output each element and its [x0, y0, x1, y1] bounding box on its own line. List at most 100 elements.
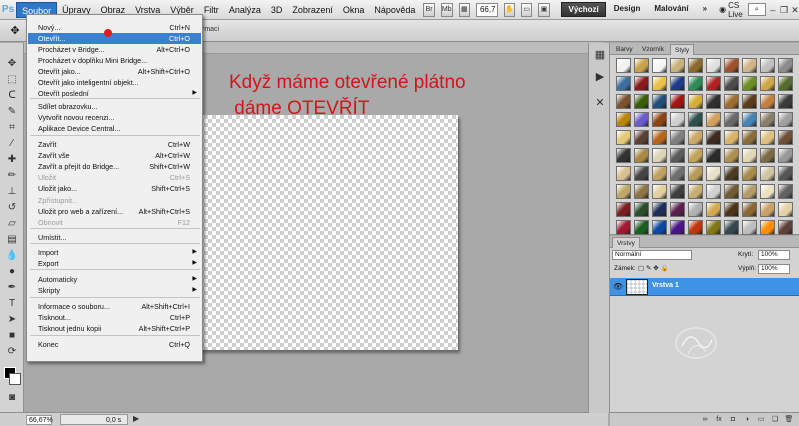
style-swatch[interactable] — [634, 202, 649, 217]
style-swatch[interactable] — [670, 76, 685, 91]
style-swatch[interactable] — [778, 166, 793, 181]
eraser-tool-icon[interactable]: ▱ — [4, 217, 20, 231]
style-swatch[interactable] — [706, 94, 721, 109]
arrange-documents-icon[interactable]: ▭ — [521, 2, 533, 17]
workspace-more-icon[interactable]: » — [697, 2, 713, 17]
workspace-design[interactable]: Design — [608, 2, 647, 17]
style-swatch[interactable] — [652, 148, 667, 163]
restore-icon[interactable]: ❐ — [780, 4, 788, 16]
style-swatch[interactable] — [760, 130, 775, 145]
menu-okna[interactable]: Okna — [338, 2, 370, 18]
view-extras-icon[interactable]: ▦ — [458, 2, 470, 17]
style-swatch[interactable] — [760, 58, 775, 73]
style-swatch[interactable] — [724, 58, 739, 73]
style-swatch[interactable] — [634, 58, 649, 73]
style-swatch[interactable] — [670, 112, 685, 127]
quick-mask-icon[interactable]: ◙ — [4, 391, 20, 405]
tab-vrstvy[interactable]: Vrstvy — [612, 237, 640, 248]
style-swatch[interactable] — [724, 76, 739, 91]
layer-style-icon[interactable]: fx — [714, 415, 724, 425]
style-swatch[interactable] — [688, 130, 703, 145]
tool-presets-icon[interactable]: ✕ — [592, 95, 608, 111]
style-swatch[interactable] — [760, 166, 775, 181]
file-menu-item[interactable]: Uložit pro web a zařízení... Alt+Shift+Ct… — [28, 206, 201, 217]
file-menu-item[interactable]: Skripty ▶ — [28, 285, 201, 296]
style-swatch[interactable] — [724, 130, 739, 145]
path-selection-tool-icon[interactable]: ➤ — [4, 313, 20, 327]
menu-3d[interactable]: 3D — [266, 2, 288, 18]
file-menu-item[interactable]: Import ▶ — [28, 247, 201, 258]
style-swatch[interactable] — [706, 112, 721, 127]
style-swatch[interactable] — [652, 58, 667, 73]
crop-tool-icon[interactable]: ⌗ — [4, 121, 20, 135]
style-swatch[interactable] — [724, 112, 739, 127]
history-panel-icon[interactable]: ▦ — [592, 47, 608, 63]
style-swatch[interactable] — [778, 184, 793, 199]
delete-layer-icon[interactable]: 🗑 — [784, 415, 794, 425]
history-brush-tool-icon[interactable]: ↺ — [4, 201, 20, 215]
style-swatch[interactable] — [760, 76, 775, 91]
file-menu-item[interactable]: Procházet v doplňku Mini Bridge... — [28, 55, 201, 66]
style-swatch[interactable] — [688, 94, 703, 109]
style-swatch[interactable] — [742, 148, 757, 163]
file-menu-item[interactable]: Vytvořit novou recenzi... — [28, 112, 201, 123]
actions-panel-icon[interactable]: ▶ — [592, 69, 608, 85]
style-swatch[interactable] — [634, 184, 649, 199]
style-swatch[interactable] — [652, 112, 667, 127]
link-layers-icon[interactable]: ∞ — [700, 415, 710, 425]
style-swatch[interactable] — [616, 76, 631, 91]
style-swatch[interactable] — [670, 148, 685, 163]
style-swatch[interactable] — [616, 58, 631, 73]
style-swatch[interactable] — [616, 202, 631, 217]
style-swatch[interactable] — [778, 58, 793, 73]
tab-barvy[interactable]: Barvy — [612, 44, 637, 55]
eyedropper-tool-icon[interactable]: ⁄ — [4, 137, 20, 151]
style-swatch[interactable] — [742, 112, 757, 127]
style-swatch[interactable] — [742, 94, 757, 109]
status-menu-arrow-icon[interactable]: ▶ — [133, 414, 139, 423]
style-swatch[interactable] — [652, 76, 667, 91]
style-swatch[interactable] — [778, 130, 793, 145]
shape-tool-icon[interactable]: ■ — [4, 329, 20, 343]
document-canvas[interactable] — [200, 115, 458, 350]
file-menu-item[interactable]: Tisknout... Ctrl+P — [28, 312, 201, 323]
style-swatch[interactable] — [778, 202, 793, 217]
style-swatch[interactable] — [724, 148, 739, 163]
style-swatch[interactable] — [760, 220, 775, 235]
file-menu-item[interactable]: Informace o souboru... Alt+Shift+Ctrl+I — [28, 301, 201, 312]
style-swatch[interactable] — [634, 76, 649, 91]
file-menu-item[interactable]: Zavřít vše Alt+Ctrl+W — [28, 150, 201, 161]
style-swatch[interactable] — [616, 220, 631, 235]
style-swatch[interactable] — [652, 202, 667, 217]
style-swatch[interactable] — [742, 166, 757, 181]
hand-tool-icon[interactable]: ✋ — [503, 2, 516, 17]
layer-mask-icon[interactable]: ◘ — [728, 415, 738, 425]
style-swatch[interactable] — [670, 202, 685, 217]
style-swatch[interactable] — [778, 76, 793, 91]
style-swatch[interactable] — [778, 94, 793, 109]
style-swatch[interactable] — [634, 148, 649, 163]
style-swatch[interactable] — [616, 112, 631, 127]
menu-analyza[interactable]: Analýza — [224, 2, 266, 18]
style-swatch[interactable] — [670, 58, 685, 73]
cs-live-button[interactable]: ◉ CS Live — [719, 1, 744, 19]
style-swatch[interactable] — [760, 202, 775, 217]
style-swatch[interactable] — [670, 166, 685, 181]
file-menu-item[interactable]: Sdílet obrazovku... — [28, 101, 201, 112]
style-swatch[interactable] — [706, 76, 721, 91]
lock-icons[interactable]: ▢ ✎ ✥ 🔒 — [638, 264, 669, 274]
file-menu-item[interactable]: Nový... Ctrl+N — [28, 22, 201, 33]
style-swatch[interactable] — [778, 220, 793, 235]
screen-mode-icon[interactable]: ▣ — [538, 2, 550, 17]
style-swatch[interactable] — [652, 184, 667, 199]
style-swatch[interactable] — [706, 184, 721, 199]
style-swatch[interactable] — [688, 76, 703, 91]
healing-brush-tool-icon[interactable]: ✚ — [4, 153, 20, 167]
layer-visibility-eye-icon[interactable]: 👁 — [613, 282, 623, 292]
tab-vzornik[interactable]: Vzorník — [638, 44, 668, 55]
style-swatch[interactable] — [706, 148, 721, 163]
style-swatch[interactable] — [778, 112, 793, 127]
style-swatch[interactable] — [706, 130, 721, 145]
style-swatch[interactable] — [616, 184, 631, 199]
style-swatch[interactable] — [742, 202, 757, 217]
